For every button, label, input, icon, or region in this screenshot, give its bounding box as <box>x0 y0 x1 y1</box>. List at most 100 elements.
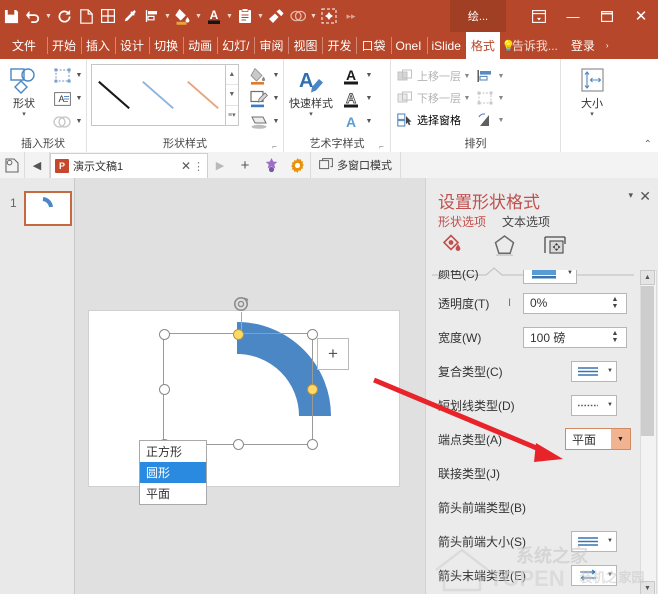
resize-handle-se[interactable] <box>307 439 318 450</box>
table-icon[interactable] <box>97 3 119 29</box>
transparency-slider-marker[interactable]: I <box>508 297 511 309</box>
cap-type-dropdown-list[interactable]: 正方形 圆形 平面 <box>139 440 207 505</box>
begin-arrow-size-picker[interactable]: ▼ <box>571 531 617 552</box>
slide-thumbnail-pane[interactable]: 1 <box>0 178 75 594</box>
size-dropdown-icon[interactable]: ▾ <box>590 111 594 119</box>
save-icon[interactable] <box>0 3 22 29</box>
end-arrow-type-picker[interactable]: ▼ <box>571 565 617 586</box>
compound-type-caret-icon[interactable]: ▼ <box>604 368 616 374</box>
restore-button[interactable] <box>590 0 624 32</box>
tab-onenote[interactable]: OneI <box>391 32 427 59</box>
size-button[interactable]: 大小 ▾ <box>566 62 618 119</box>
tab-view[interactable]: 视图 <box>288 32 322 59</box>
subtab-shape-options[interactable]: 形状选项 <box>438 213 486 230</box>
shape-style-swatch-black[interactable] <box>95 75 133 115</box>
merge-shapes-icon[interactable] <box>287 3 309 29</box>
shape-style-swatch-blue[interactable] <box>139 75 177 115</box>
canvas-plus-button[interactable]: + <box>317 338 349 370</box>
resize-handle-nw[interactable] <box>159 329 170 340</box>
color-picker-caret-icon[interactable]: ▼ <box>564 270 576 276</box>
collapse-ribbon-icon[interactable]: ⌃ <box>644 139 652 150</box>
text-fill-button[interactable]: A ▼ <box>338 64 374 87</box>
merge-shapes-caret-icon[interactable]: ▼ <box>309 3 318 29</box>
shapes-dropdown-icon[interactable]: ▾ <box>22 111 26 119</box>
effects-icon[interactable] <box>489 232 519 260</box>
tab-scroll-right-icon[interactable]: ▶ <box>208 152 232 178</box>
tell-me-box[interactable]: 💡 告诉我... <box>500 32 563 59</box>
color-picker[interactable]: ▼ <box>523 270 577 284</box>
tab-design[interactable]: 设计 <box>115 32 149 59</box>
group-objects-button[interactable]: ▼ <box>475 87 507 109</box>
begin-arrow-size-caret-icon[interactable]: ▼ <box>604 538 616 544</box>
cap-type-option-round[interactable]: 圆形 <box>140 462 206 483</box>
tab-insert[interactable]: 插入 <box>81 32 115 59</box>
tab-transitions[interactable]: 切换 <box>149 32 183 59</box>
slide-thumbnail-1[interactable] <box>24 191 72 226</box>
size-properties-icon[interactable] <box>540 232 570 260</box>
bring-forward-button[interactable]: 上移一层 ▼ <box>395 65 473 87</box>
tab-review[interactable]: 审阅 <box>254 32 288 59</box>
tab-slideshow[interactable]: 幻灯/ <box>217 32 254 59</box>
settings-gear-icon[interactable] <box>284 152 310 178</box>
redo-icon[interactable] <box>53 3 75 29</box>
selection-objects-icon[interactable] <box>318 3 340 29</box>
paste-caret-icon[interactable]: ▼ <box>256 3 265 29</box>
tab-overflow-icon[interactable]: › <box>603 32 612 59</box>
shape-outline-caret-icon[interactable]: ▼ <box>271 95 281 102</box>
rotate-handle-icon[interactable] <box>233 295 251 313</box>
multi-window-mode-button[interactable]: 多窗口模式 <box>310 152 400 178</box>
tab-home[interactable]: 开始 <box>47 32 81 59</box>
width-field[interactable]: 100 磅 ▲▼ <box>523 327 627 348</box>
shapes-button[interactable]: 形状 ▾ <box>0 62 48 119</box>
transparency-spinner[interactable]: ▲▼ <box>607 296 626 310</box>
format-pane-close-icon[interactable]: ✕ <box>639 188 651 205</box>
shape-styles-dialog-launcher[interactable]: ⌐ <box>270 142 279 151</box>
format-pane-scroll-up-icon[interactable]: ▲ <box>640 270 655 285</box>
edit-shape-caret-icon[interactable]: ▼ <box>74 72 84 79</box>
format-pane-scrollbar[interactable]: ▲ ▼ <box>640 270 657 594</box>
tab-format[interactable]: 格式 <box>466 32 500 59</box>
fill-line-icon[interactable] <box>438 232 468 260</box>
extensions-icon[interactable] <box>258 152 284 178</box>
shape-fill-button[interactable]: ▼ <box>245 64 283 87</box>
cap-type-option-square[interactable]: 正方形 <box>140 441 206 462</box>
compound-type-picker[interactable]: ▼ <box>571 361 617 382</box>
width-spinner[interactable]: ▲▼ <box>607 330 626 344</box>
end-arrow-type-caret-icon[interactable]: ▼ <box>604 572 616 578</box>
shape-outline-button[interactable]: ▼ <box>245 87 283 110</box>
tab-pocket[interactable]: 口袋 <box>356 32 390 59</box>
format-pane-scroll-down-icon[interactable]: ▼ <box>640 581 655 594</box>
undo-caret-icon[interactable]: ▼ <box>44 3 53 29</box>
more-commands-icon[interactable]: ▸▸ <box>340 3 362 29</box>
gallery-more-icon[interactable]: ≡▾ <box>226 106 238 125</box>
text-outline-caret-icon[interactable]: ▼ <box>364 95 374 102</box>
resize-handle-w[interactable] <box>159 384 170 395</box>
shape-style-swatch-orange[interactable] <box>184 75 222 115</box>
send-backward-button[interactable]: 下移一层 ▼ <box>395 87 473 109</box>
merge-shapes-ribbon-button[interactable]: ▼ <box>48 110 86 133</box>
cap-type-combo[interactable]: 平面 ▼ <box>565 428 631 450</box>
sign-in-link[interactable]: 登录 <box>563 32 603 59</box>
send-backward-caret-icon[interactable]: ▼ <box>461 95 473 102</box>
shape-styles-gallery[interactable] <box>91 64 226 126</box>
quick-styles-dropdown-icon[interactable]: ▾ <box>309 111 313 119</box>
quick-styles-button[interactable]: A 快速样式 ▾ <box>284 62 338 119</box>
rotate-objects-caret-icon[interactable]: ▼ <box>495 117 507 124</box>
tab-scroll-left-icon[interactable]: ◀ <box>25 152 50 178</box>
rotate-objects-button[interactable]: ▼ <box>475 109 507 131</box>
text-box-caret-icon[interactable]: ▼ <box>74 95 84 102</box>
text-fill-caret-icon[interactable]: ▼ <box>364 72 374 79</box>
close-button[interactable]: ✕ <box>624 0 658 32</box>
fill-color-icon[interactable] <box>172 3 194 29</box>
dash-type-caret-icon[interactable]: ▼ <box>604 402 616 408</box>
document-tab-menu-icon[interactable]: ⋮ <box>193 160 203 173</box>
wordart-dialog-launcher[interactable]: ⌐ <box>377 142 386 151</box>
merge-shapes-ribbon-caret-icon[interactable]: ▼ <box>74 118 84 125</box>
text-effects-button[interactable]: A ▼ <box>338 110 374 133</box>
group-objects-caret-icon[interactable]: ▼ <box>495 95 507 102</box>
text-effects-caret-icon[interactable]: ▼ <box>364 118 374 125</box>
draw-tab-badge[interactable]: 绘... <box>450 0 506 32</box>
align-caret-icon[interactable]: ▼ <box>163 3 172 29</box>
text-outline-button[interactable]: A ▼ <box>338 87 374 110</box>
cap-type-caret-icon[interactable]: ▼ <box>611 429 630 449</box>
